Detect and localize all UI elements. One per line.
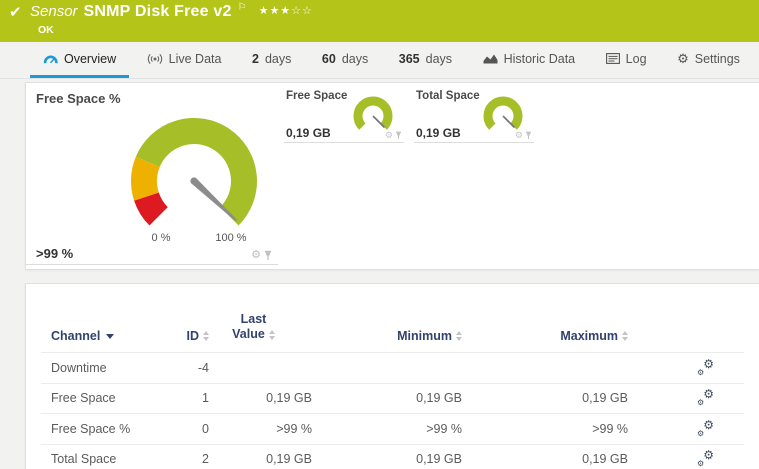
minimum-value: >99 % <box>426 421 462 436</box>
column-header-minimum[interactable]: Minimum <box>397 329 462 343</box>
gauge-settings-gear-icon[interactable]: ⚙ <box>515 131 523 140</box>
tab-label: Settings <box>694 51 740 66</box>
sensor-title-row: Sensor SNMP Disk Free v2 ⚐ ★★★☆☆ <box>30 2 313 21</box>
page-title: SNMP Disk Free v2 <box>83 3 232 20</box>
table-row-free-space-percent: Free Space % 0 >99 % >99 % >99 % ⚙ ⚙ <box>41 414 744 445</box>
channel-id: -4 <box>197 360 209 375</box>
channel-name[interactable]: Free Space % <box>41 422 171 436</box>
channels-panel: Channel ID Last Value Minimum Maximum Do… <box>25 283 759 469</box>
channel-settings-gears-icon[interactable]: ⚙ ⚙ <box>696 449 716 468</box>
sort-desc-icon <box>106 333 115 339</box>
prtg-sensor-page: ✔ Sensor SNMP Disk Free v2 ⚐ ★★★☆☆ OK Ov… <box>0 0 759 469</box>
free-space-gauge: Free Space 0,19 GB ⚙ <box>284 89 404 143</box>
gauge-title: Free Space % <box>36 91 121 106</box>
area-chart-icon <box>483 54 498 64</box>
gauge-segment-warning <box>130 156 161 201</box>
gauge-icon <box>43 55 58 63</box>
gauge-scale-max: 100 % <box>215 232 247 244</box>
total-space-gauge: Total Space 0,19 GB ⚙ <box>414 89 534 143</box>
tab-label: days <box>425 51 453 66</box>
last-value: 0,19 GB <box>266 452 312 467</box>
gauge-settings-gear-icon[interactable]: ⚙ <box>385 131 393 140</box>
gauge-segment-ok <box>353 96 393 130</box>
status-check-icon: ✔ <box>9 4 22 21</box>
channel-settings-gears-icon[interactable]: ⚙ ⚙ <box>696 388 716 407</box>
sort-icon <box>622 331 628 341</box>
minimum-value: 0,19 GB <box>416 452 462 467</box>
tab-label: Historic Data <box>503 51 576 66</box>
tab-overview[interactable]: Overview <box>30 42 130 78</box>
table-row-free-space: Free Space 1 0,19 GB 0,19 GB 0,19 GB ⚙ ⚙ <box>41 384 744 414</box>
channels-table: Channel ID Last Value Minimum Maximum Do… <box>41 284 744 469</box>
channel-id: 2 <box>202 452 209 467</box>
column-header-maximum[interactable]: Maximum <box>560 329 628 343</box>
sort-icon <box>268 330 275 341</box>
column-header-last-value[interactable]: Last Value <box>209 312 312 343</box>
channel-name[interactable]: Total Space <box>41 452 171 466</box>
last-value: >99 % <box>276 421 312 436</box>
sensor-header: ✔ Sensor SNMP Disk Free v2 ⚐ ★★★☆☆ OK <box>0 0 759 42</box>
tab-label: Overview <box>64 51 117 66</box>
tab-number: 365 <box>398 51 420 66</box>
gauge-value: >99 % <box>36 246 74 261</box>
priority-stars[interactable]: ★★★☆☆ <box>259 4 313 17</box>
gear-icon: ⚙ <box>677 51 689 66</box>
pin-icon[interactable] <box>525 131 532 140</box>
table-row-total-space: Total Space 2 0,19 GB 0,19 GB 0,19 GB ⚙ ⚙ <box>41 445 744 469</box>
status-badge: OK <box>38 24 54 36</box>
tab-label: Log <box>625 51 647 66</box>
tab-label: days <box>341 51 369 66</box>
channel-name[interactable]: Downtime <box>41 361 171 375</box>
gauge-segment-alarm <box>134 191 169 226</box>
gauge-scale-min: 0 % <box>151 232 171 244</box>
log-icon <box>605 53 620 64</box>
gauge-value: 0,19 GB <box>286 126 331 140</box>
gauges-panel: Free Space % 0 % 100 % >99 % ⚙ Free Spac… <box>25 82 759 270</box>
channel-name[interactable]: Free Space <box>41 391 171 405</box>
column-header-channel[interactable]: Channel <box>51 329 115 343</box>
flag-icon: ⚐ <box>237 2 247 13</box>
star-empty-icons[interactable]: ☆☆ <box>291 5 313 17</box>
tab-log[interactable]: Log <box>593 42 660 78</box>
tab-number: 60 <box>321 51 336 66</box>
table-row-downtime: Downtime -4 ⚙ ⚙ <box>41 353 744 384</box>
pin-icon[interactable] <box>264 250 272 261</box>
maximum-value: 0,19 GB <box>582 452 628 467</box>
tab-label: Live Data <box>168 51 222 66</box>
tab-number: 2 <box>252 51 259 66</box>
channel-settings-gears-icon[interactable]: ⚙ ⚙ <box>696 358 716 377</box>
tab-historic-data[interactable]: Historic Data <box>470 42 589 78</box>
gauge-value: 0,19 GB <box>416 126 461 140</box>
channel-id: 1 <box>202 391 209 406</box>
gauge-needle-hub <box>190 177 198 185</box>
tab-label: days <box>264 51 292 66</box>
last-value: 0,19 GB <box>266 391 312 406</box>
tab-live-data[interactable]: Live Data <box>134 42 235 78</box>
tab-2-days[interactable]: 2 days <box>239 42 304 78</box>
tab-bar: Overview Live Data 2 days 60 days 365 da… <box>0 42 759 79</box>
tab-60-days[interactable]: 60 days <box>309 42 381 78</box>
table-header-row: Channel ID Last Value Minimum Maximum <box>41 284 744 353</box>
gauge-segment-ok <box>483 96 523 130</box>
gauge-title: Free Space <box>286 90 348 102</box>
pin-icon[interactable] <box>395 131 402 140</box>
tab-settings[interactable]: ⚙ Settings <box>664 42 753 78</box>
sensor-type-label: Sensor <box>30 3 78 20</box>
channel-id: 0 <box>202 421 209 436</box>
maximum-value: 0,19 GB <box>582 391 628 406</box>
free-space-percent-gauge: Free Space % 0 % 100 % >99 % ⚙ <box>26 83 278 265</box>
minimum-value: 0,19 GB <box>416 391 462 406</box>
star-filled-icons[interactable]: ★★★ <box>259 5 292 17</box>
tab-365-days[interactable]: 365 days <box>386 42 465 78</box>
radial-gauge <box>130 118 257 226</box>
gauge-settings-gear-icon[interactable]: ⚙ <box>251 250 261 261</box>
broadcast-icon <box>147 53 162 64</box>
gauge-title: Total Space <box>416 90 480 102</box>
channel-settings-gears-icon[interactable]: ⚙ ⚙ <box>696 419 716 438</box>
maximum-value: >99 % <box>592 421 628 436</box>
column-header-id[interactable]: ID <box>187 329 209 343</box>
